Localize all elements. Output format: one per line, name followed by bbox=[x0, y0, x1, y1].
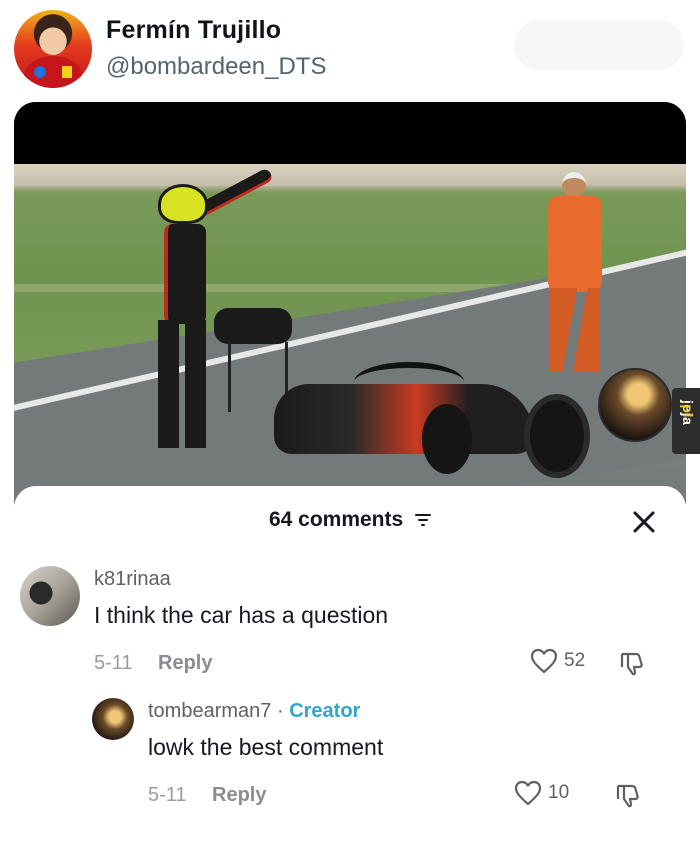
reply-button[interactable]: Reply bbox=[212, 784, 266, 807]
car-body bbox=[274, 384, 534, 454]
track-marshal-figure bbox=[522, 172, 622, 372]
jeja-watermark: jeja .pl bbox=[672, 388, 700, 454]
comments-count: 64 comments bbox=[268, 508, 404, 531]
driver-helmet bbox=[158, 184, 208, 224]
video-media[interactable] bbox=[14, 102, 686, 522]
driver-torso bbox=[164, 224, 206, 324]
heart-icon bbox=[514, 780, 542, 806]
comment-text: lowk the best comment bbox=[148, 734, 384, 760]
user-handle[interactable]: @bombardeen_DTS bbox=[106, 53, 326, 81]
like-count: 10 bbox=[548, 782, 570, 803]
race-scene-image bbox=[14, 164, 686, 522]
tweet-header: Fermín Trujillo @bombardeen_DTS bbox=[14, 10, 686, 90]
display-name[interactable]: Fermín Trujillo bbox=[106, 16, 281, 45]
username-separator: · bbox=[271, 700, 290, 722]
comment-username-line[interactable]: tombearman7 · Creator bbox=[148, 700, 360, 723]
like-count: 52 bbox=[564, 650, 586, 671]
comment-username[interactable]: k81rinaa bbox=[94, 568, 171, 591]
commenter-avatar[interactable] bbox=[20, 566, 80, 626]
video-letterbox bbox=[14, 102, 686, 164]
watermark-tld: .pl bbox=[680, 400, 696, 418]
avatar-badge-secondary bbox=[62, 66, 72, 78]
profile-avatar[interactable] bbox=[14, 10, 92, 88]
creator-comment-avatar[interactable] bbox=[92, 698, 134, 740]
dislike-icon[interactable] bbox=[614, 782, 642, 808]
comment-date: 5-11 bbox=[148, 784, 187, 806]
reply-button[interactable]: Reply bbox=[158, 652, 212, 675]
creator-badge: Creator bbox=[289, 700, 361, 722]
creator-avatar-overlay[interactable] bbox=[598, 368, 672, 442]
car-wheel-front-left bbox=[422, 404, 472, 474]
like-button[interactable]: 10 bbox=[514, 780, 569, 806]
close-icon[interactable] bbox=[628, 506, 660, 538]
comment-username: tombearman7 bbox=[148, 700, 272, 722]
heart-icon bbox=[530, 648, 558, 674]
marshal-head bbox=[562, 172, 586, 198]
filter-icon[interactable] bbox=[415, 513, 432, 527]
avatar-jersey bbox=[24, 56, 82, 88]
comments-header[interactable]: 64 comments bbox=[14, 508, 686, 532]
like-button[interactable]: 52 bbox=[530, 648, 585, 674]
car-wheel-front-right bbox=[524, 394, 590, 478]
marshal-body bbox=[548, 196, 602, 292]
header-blurred-area bbox=[514, 20, 684, 70]
comment-date: 5-11 bbox=[94, 652, 133, 674]
comment-text: I think the car has a question bbox=[94, 602, 389, 628]
avatar-badge bbox=[34, 66, 46, 78]
marshal-legs bbox=[550, 288, 600, 372]
dislike-icon[interactable] bbox=[618, 650, 646, 676]
driver-legs bbox=[158, 320, 206, 448]
